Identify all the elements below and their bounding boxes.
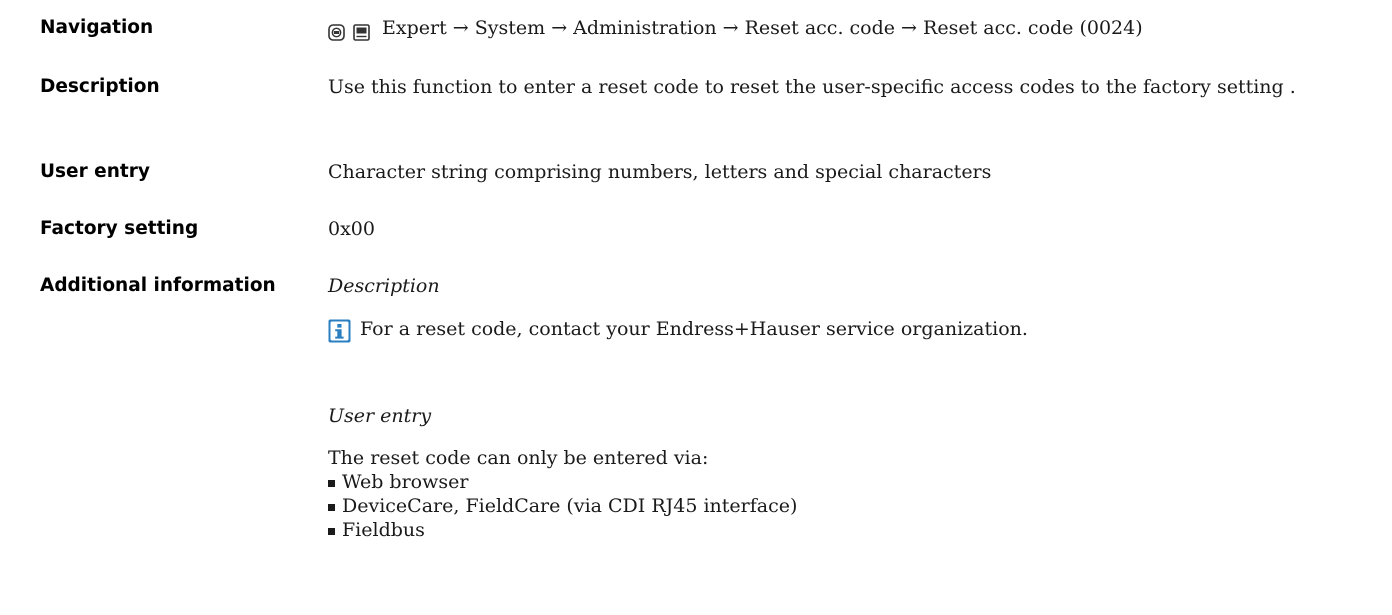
description-text: Use this function to enter a reset code … bbox=[328, 76, 1296, 98]
additional-information-label: Additional information bbox=[40, 275, 276, 296]
info-note: For a reset code, contact your Endress+H… bbox=[328, 315, 1358, 345]
navigation-path-row: Expert → System → Administration → Reset… bbox=[328, 14, 1358, 45]
navigation-icons bbox=[328, 17, 370, 45]
info-note-text: For a reset code, contact your Endress+H… bbox=[360, 318, 1028, 340]
description-label: Description bbox=[40, 76, 160, 97]
info-icon bbox=[328, 319, 351, 343]
navigation-label: Navigation bbox=[40, 17, 154, 38]
list-item: Fieldbus bbox=[328, 518, 1358, 542]
factory-setting-value: 0x00 bbox=[328, 218, 375, 240]
user-entry-methods: Web browser DeviceCare, FieldCare (via C… bbox=[328, 470, 1358, 542]
user-entry-list: Web browser DeviceCare, FieldCare (via C… bbox=[328, 470, 1358, 542]
additional-description-heading: Description bbox=[328, 275, 440, 297]
list-item: DeviceCare, FieldCare (via CDI RJ45 inte… bbox=[328, 494, 1358, 518]
display-module-icon bbox=[353, 23, 370, 41]
navigation-path: Expert → System → Administration → Reset… bbox=[382, 17, 1143, 39]
user-entry-label: User entry bbox=[40, 161, 150, 182]
additional-user-entry-heading: User entry bbox=[328, 405, 432, 427]
factory-setting-label: Factory setting bbox=[40, 218, 199, 239]
display-operation-icon bbox=[328, 23, 345, 41]
user-entry-text: Character string comprising numbers, let… bbox=[328, 161, 992, 183]
list-item: Web browser bbox=[328, 470, 1358, 494]
user-entry-intro: The reset code can only be entered via: bbox=[328, 447, 709, 469]
